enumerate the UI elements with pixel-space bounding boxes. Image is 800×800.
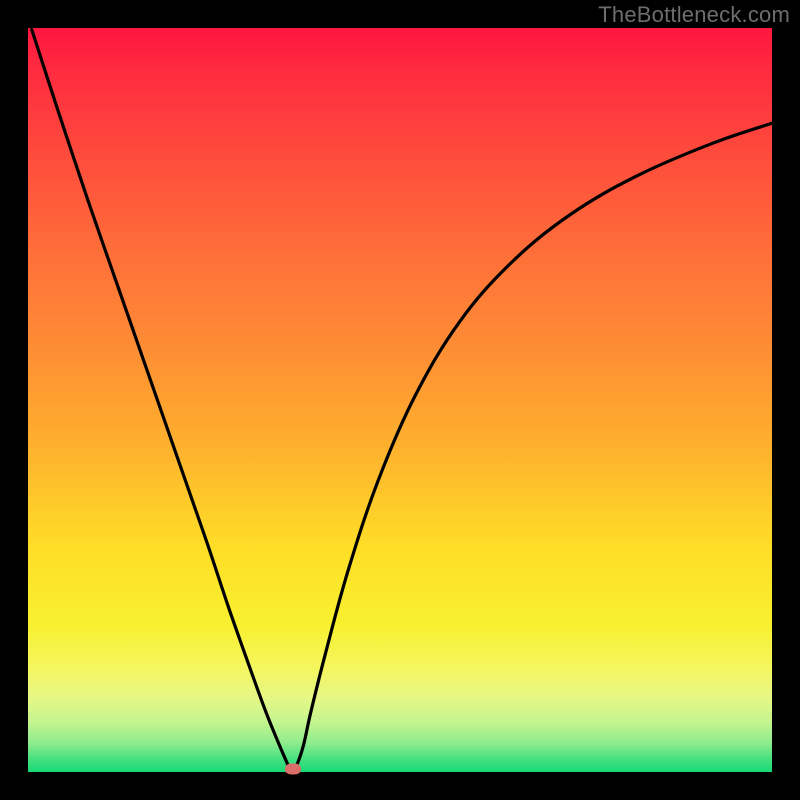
watermark-text: TheBottleneck.com: [598, 2, 790, 28]
bottleneck-curve: [28, 28, 772, 772]
plot-area: [28, 28, 772, 772]
optimum-marker: [285, 764, 301, 775]
chart-frame: TheBottleneck.com: [0, 0, 800, 800]
